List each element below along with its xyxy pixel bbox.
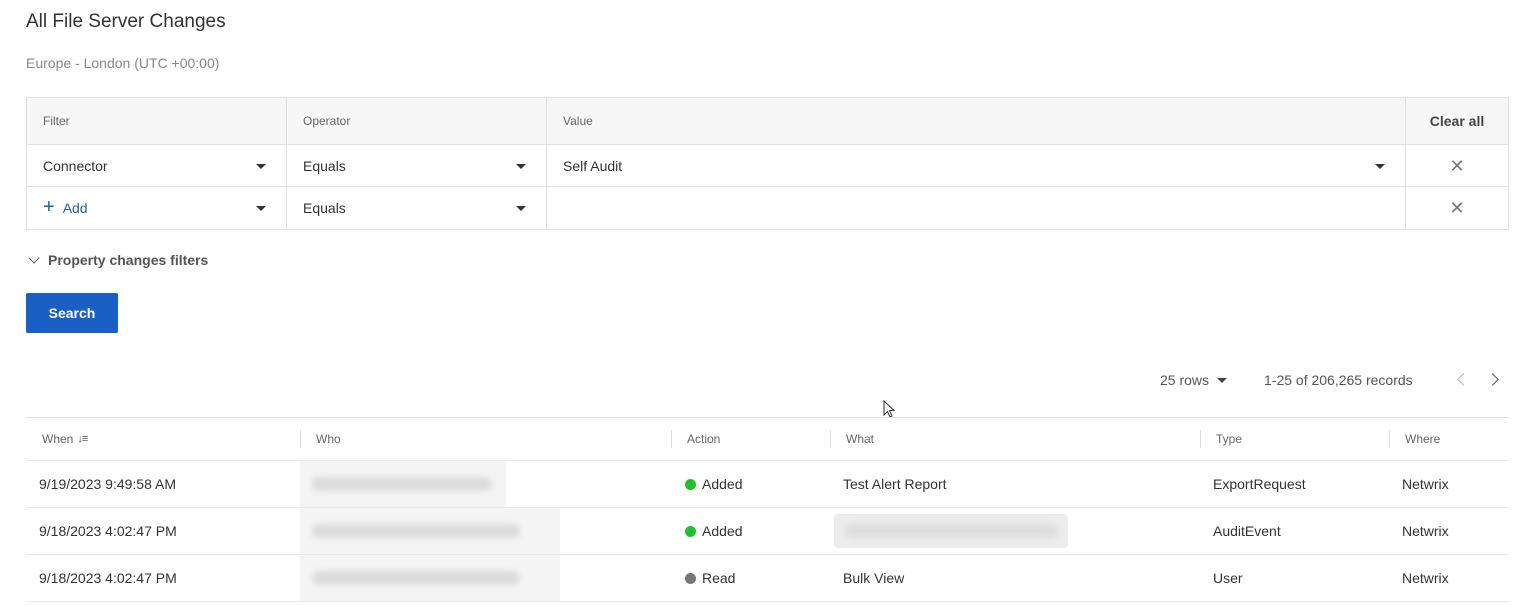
- chevron-left-icon[interactable]: [1457, 373, 1470, 386]
- value-input[interactable]: [547, 187, 1406, 229]
- filter-field-select[interactable]: Connector: [27, 145, 287, 186]
- timezone-label: Europe - London (UTC +00:00): [26, 55, 220, 71]
- records-count: 1-25 of 206,265 records: [1264, 372, 1413, 388]
- caret-down-icon: [1375, 163, 1385, 169]
- action-label: Added: [702, 476, 743, 492]
- search-button[interactable]: Search: [26, 293, 118, 333]
- caret-down-icon: [1217, 377, 1228, 383]
- filter-value: Self Audit: [563, 157, 623, 174]
- where-cell: Netwrix: [1402, 523, 1449, 539]
- redacted-value: [300, 508, 560, 554]
- operator-select[interactable]: Equals: [287, 187, 547, 229]
- remove-filter-button[interactable]: ✕: [1406, 187, 1508, 229]
- who-cell: [300, 461, 671, 507]
- caret-down-icon: [256, 206, 266, 211]
- rows-per-page-select[interactable]: 25 rows: [1160, 372, 1228, 388]
- who-cell: [300, 508, 671, 554]
- plus-icon: +: [43, 195, 55, 218]
- caret-down-icon: [516, 163, 526, 169]
- results-table: When ↓≡ Who Action What Type Where 9/19/…: [26, 417, 1509, 602]
- chevron-down-icon: [28, 252, 40, 264]
- filter-row: Connector Equals Self Audit ✕: [27, 145, 1508, 187]
- type-cell: ExportRequest: [1213, 476, 1306, 492]
- redacted-value: [834, 514, 1068, 548]
- when-column-header[interactable]: When ↓≡: [26, 418, 300, 460]
- close-icon[interactable]: ✕: [1449, 199, 1464, 217]
- value-column-header: Value: [547, 98, 1406, 144]
- value-select[interactable]: Self Audit: [547, 145, 1406, 186]
- who-cell: [300, 555, 671, 601]
- property-changes-label: Property changes filters: [48, 252, 209, 268]
- pagination-bar: 25 rows 1-25 of 206,265 records: [0, 372, 1533, 392]
- what-cell: Bulk View: [843, 570, 905, 586]
- caret-down-icon: [516, 206, 526, 211]
- action-cell: Added: [671, 508, 830, 554]
- what-cell: [830, 508, 1200, 554]
- what-column-header[interactable]: What: [830, 418, 1200, 460]
- status-dot-icon: [685, 478, 696, 490]
- who-column-header[interactable]: Who: [300, 418, 671, 460]
- filter-column-header: Filter: [27, 98, 287, 144]
- status-dot-icon: [685, 525, 696, 537]
- action-label: Read: [702, 570, 736, 586]
- what-cell: Test Alert Report: [843, 476, 947, 492]
- where-cell: Netwrix: [1402, 570, 1449, 586]
- type-cell: AuditEvent: [1213, 523, 1281, 539]
- page-title: All File Server Changes: [26, 11, 226, 32]
- where-column-header[interactable]: Where: [1389, 418, 1509, 460]
- table-row[interactable]: 9/18/2023 4:02:47 PM Added AuditEvent Ne…: [26, 508, 1509, 555]
- filter-grid: Filter Operator Value Clear all Connecto…: [26, 97, 1509, 230]
- close-icon[interactable]: ✕: [1449, 157, 1464, 175]
- status-dot-icon: [685, 572, 696, 584]
- where-cell: Netwrix: [1402, 476, 1449, 492]
- when-cell: 9/18/2023 4:02:47 PM: [39, 570, 177, 586]
- operator-value: Equals: [303, 157, 346, 174]
- property-changes-filters-toggle[interactable]: Property changes filters: [28, 252, 209, 268]
- when-cell: 9/18/2023 4:02:47 PM: [39, 523, 177, 539]
- type-cell: User: [1213, 570, 1243, 586]
- remove-filter-button[interactable]: ✕: [1406, 145, 1508, 186]
- table-row[interactable]: 9/18/2023 4:02:47 PM Read Bulk View User…: [26, 555, 1509, 602]
- table-row[interactable]: 9/19/2023 9:49:58 AM Added Test Alert Re…: [26, 461, 1509, 508]
- operator-value: Equals: [303, 200, 346, 216]
- action-cell: Added: [671, 461, 830, 507]
- operator-select[interactable]: Equals: [287, 145, 547, 186]
- redacted-value: [300, 555, 560, 601]
- rows-per-page-label: 25 rows: [1160, 372, 1210, 388]
- add-filter-link[interactable]: + Add: [43, 195, 88, 218]
- filter-field-value: Connector: [43, 157, 108, 174]
- filter-row: + Add Equals ✕: [27, 187, 1508, 229]
- when-cell: 9/19/2023 9:49:58 AM: [39, 476, 176, 492]
- filter-header-row: Filter Operator Value Clear all: [27, 98, 1508, 145]
- table-header-row: When ↓≡ Who Action What Type Where: [26, 418, 1509, 461]
- when-header-label: When: [42, 432, 74, 446]
- add-filter-select[interactable]: + Add: [27, 187, 287, 229]
- add-filter-label: Add: [62, 200, 88, 216]
- redacted-value: [300, 461, 506, 507]
- clear-all-button[interactable]: Clear all: [1406, 98, 1508, 144]
- action-label: Added: [702, 523, 743, 539]
- action-cell: Read: [671, 555, 830, 601]
- operator-column-header: Operator: [287, 98, 547, 144]
- action-column-header[interactable]: Action: [671, 418, 830, 460]
- sort-descending-icon[interactable]: ↓≡: [77, 433, 88, 445]
- type-column-header[interactable]: Type: [1200, 418, 1389, 460]
- caret-down-icon: [256, 163, 266, 169]
- chevron-right-icon[interactable]: [1486, 373, 1499, 386]
- mouse-cursor-icon: [883, 400, 895, 418]
